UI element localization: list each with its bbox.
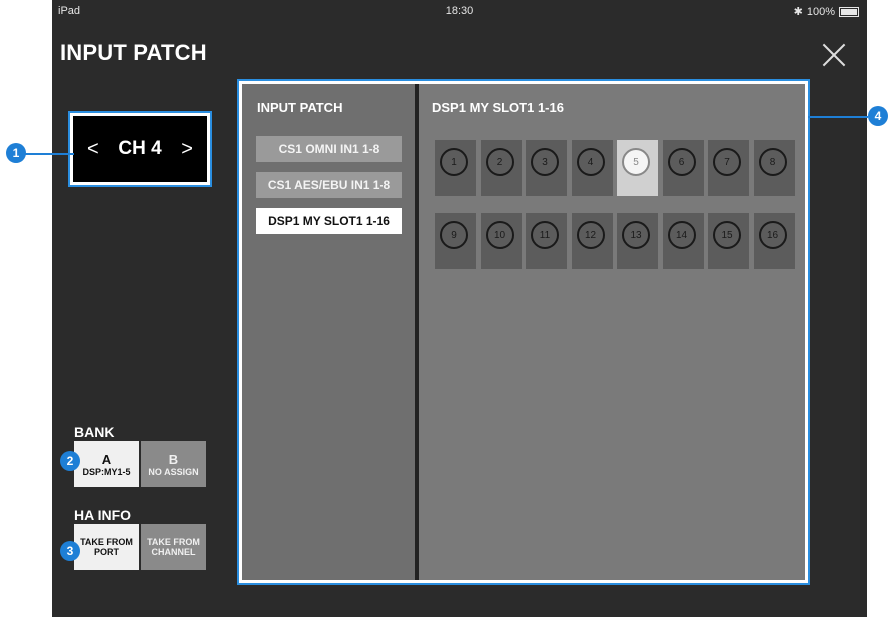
take-from-port-line2: PORT bbox=[93, 547, 119, 557]
bank-b-button[interactable]: B NO ASSIGN bbox=[141, 441, 206, 487]
port-button[interactable]: 12 bbox=[571, 213, 613, 269]
bank-a-letter: A bbox=[101, 451, 112, 467]
bank-a-sub: DSP:MY1-5 bbox=[82, 466, 131, 477]
channel-selector: < CH 4 > bbox=[70, 113, 210, 185]
panel-divider bbox=[415, 84, 419, 580]
port-number: 1 bbox=[440, 148, 468, 176]
port-number: 16 bbox=[758, 221, 787, 249]
port-button[interactable]: 15 bbox=[708, 213, 749, 269]
port-number: 7 bbox=[713, 148, 741, 176]
port-number: 9 bbox=[440, 221, 468, 249]
bluetooth-icon: ✱ bbox=[793, 6, 803, 18]
channel-label: CH 4 bbox=[118, 138, 162, 159]
port-number: 2 bbox=[485, 148, 514, 176]
callout-1-leader bbox=[20, 153, 74, 155]
source-button[interactable]: CS1 OMNI IN1 1-8 bbox=[256, 136, 402, 162]
callout-4: 4 bbox=[868, 106, 888, 126]
source-list: INPUT PATCH CS1 OMNI IN1 1-8 CS1 AES/EBU … bbox=[242, 84, 415, 580]
status-bar: iPad 18:30 ✱ 100% bbox=[52, 0, 867, 22]
next-channel-button[interactable]: > bbox=[181, 138, 193, 161]
port-button[interactable]: 6 bbox=[662, 140, 704, 196]
take-from-port-button[interactable]: TAKE FROM PORT bbox=[74, 524, 139, 570]
take-from-channel-line1: TAKE FROM bbox=[147, 537, 200, 547]
battery-indicator: ✱ 100% bbox=[794, 5, 859, 18]
bank-label: BANK bbox=[74, 424, 115, 440]
port-number: 15 bbox=[713, 221, 741, 249]
battery-percent: 100% bbox=[806, 5, 835, 18]
port-number: 14 bbox=[667, 221, 696, 249]
port-button[interactable]: 5 bbox=[617, 140, 658, 196]
port-number: 8 bbox=[758, 148, 787, 176]
prev-channel-button[interactable]: < bbox=[87, 138, 99, 161]
port-button[interactable]: 9 bbox=[435, 213, 476, 269]
source-button[interactable]: CS1 AES/EBU IN1 1-8 bbox=[256, 172, 402, 198]
bank-b-letter: B bbox=[168, 451, 179, 467]
bank-b-sub: NO ASSIGN bbox=[148, 466, 199, 477]
source-button[interactable]: DSP1 MY SLOT1 1-16 bbox=[256, 208, 402, 234]
port-number: 6 bbox=[667, 148, 696, 176]
ha-info-label: HA INFO bbox=[74, 507, 132, 523]
port-number: 13 bbox=[622, 221, 650, 249]
port-button[interactable]: 3 bbox=[526, 140, 567, 196]
slot-title: DSP1 MY SLOT1 1-16 bbox=[432, 100, 564, 115]
port-number: 12 bbox=[576, 221, 605, 249]
patch-panel: INPUT PATCH CS1 OMNI IN1 1-8 CS1 AES/EBU … bbox=[242, 84, 805, 580]
battery-icon bbox=[839, 6, 859, 17]
port-button[interactable]: 16 bbox=[753, 213, 795, 269]
port-button[interactable]: 2 bbox=[480, 140, 522, 196]
port-button[interactable]: 14 bbox=[662, 213, 704, 269]
port-button[interactable]: 8 bbox=[753, 140, 795, 196]
source-list-heading: INPUT PATCH bbox=[257, 100, 343, 115]
callout-4-leader bbox=[808, 116, 868, 118]
port-button[interactable]: 11 bbox=[526, 213, 567, 269]
close-icon[interactable] bbox=[819, 40, 849, 70]
port-number: 10 bbox=[485, 221, 514, 249]
callout-2: 2 bbox=[60, 451, 80, 471]
callout-3: 3 bbox=[60, 541, 80, 561]
ipad-screen: iPad 18:30 ✱ 100% INPUT PATCH < CH 4 > B… bbox=[52, 0, 867, 617]
port-button[interactable]: 13 bbox=[617, 213, 658, 269]
port-number: 11 bbox=[531, 221, 559, 249]
callout-1: 1 bbox=[6, 143, 26, 163]
port-number: 4 bbox=[576, 148, 605, 176]
page-title: INPUT PATCH bbox=[60, 40, 207, 65]
take-from-channel-button[interactable]: TAKE FROM CHANNEL bbox=[141, 524, 206, 570]
port-button[interactable]: 1 bbox=[435, 140, 476, 196]
take-from-channel-line2: CHANNEL bbox=[151, 547, 196, 557]
port-button[interactable]: 4 bbox=[571, 140, 613, 196]
port-button[interactable]: 7 bbox=[708, 140, 749, 196]
bank-a-button[interactable]: A DSP:MY1-5 bbox=[74, 441, 139, 487]
port-button[interactable]: 10 bbox=[480, 213, 522, 269]
port-number: 5 bbox=[622, 148, 650, 176]
port-number: 3 bbox=[531, 148, 559, 176]
clock: 18:30 bbox=[445, 5, 474, 17]
take-from-port-line1: TAKE FROM bbox=[80, 537, 133, 547]
